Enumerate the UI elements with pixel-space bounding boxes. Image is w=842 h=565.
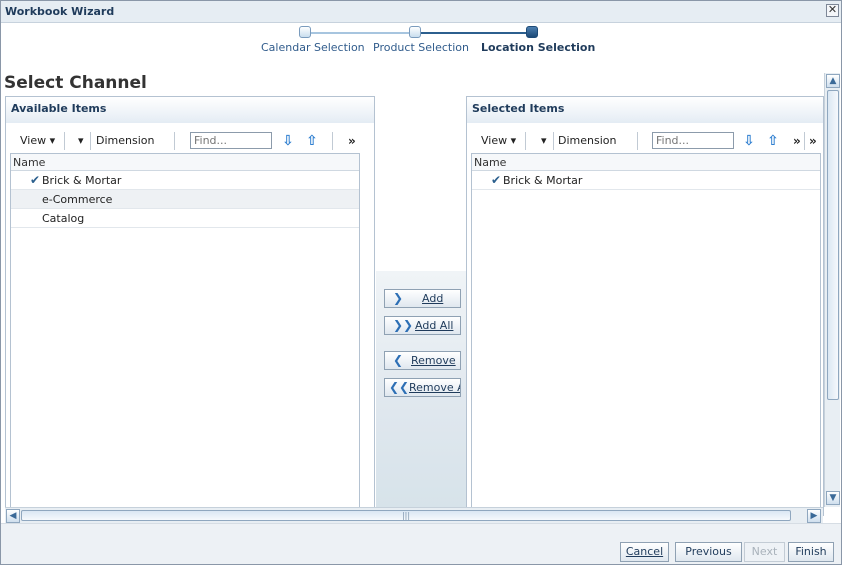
toolbar-separator (804, 132, 805, 150)
view-menu[interactable]: View ▾ (481, 134, 516, 147)
toolbar-separator (637, 132, 638, 150)
table-row[interactable]: Catalog (11, 209, 359, 228)
scroll-up-icon[interactable]: ▲ (826, 74, 840, 88)
workbook-wizard-dialog: Workbook Wizard ✕ Calendar Selection Pro… (0, 0, 842, 565)
row-label: Brick & Mortar (42, 174, 122, 187)
down-arrow-icon[interactable]: ⇩ (280, 132, 296, 150)
dialog-footer: Cancel Previous Next Finish (1, 523, 841, 564)
train-label-calendar[interactable]: Calendar Selection (261, 41, 365, 54)
horizontal-scroll-thumb[interactable]: ||| (21, 510, 791, 521)
train-stop-location[interactable] (526, 26, 538, 38)
dimension-button[interactable]: Dimension (558, 134, 616, 147)
selected-toolbar: View ▾ ▾ Dimension ⇩ ⇧ » » (467, 131, 823, 151)
table-row[interactable]: ✔ Brick & Mortar (472, 171, 820, 190)
horizontal-scrollbar[interactable]: ◀ ||| ▶ (5, 507, 823, 523)
find-input[interactable] (652, 132, 734, 149)
down-arrow-icon[interactable]: ⇩ (741, 132, 757, 150)
remove-button[interactable]: ❮ Remove (384, 351, 461, 370)
view-menu[interactable]: View ▾ (20, 134, 55, 147)
add-all-button[interactable]: ❯❯ Add All (384, 316, 461, 335)
check-icon: ✔ (30, 173, 41, 187)
add-button[interactable]: ❯ Add (384, 289, 461, 308)
train-stop-calendar[interactable] (299, 26, 311, 38)
vertical-scrollbar[interactable]: ▲ ▼ (824, 73, 840, 507)
row-label: Brick & Mortar (503, 174, 583, 187)
available-items-panel: Available Items View ▾ ▾ Dimension ⇩ ⇧ »… (5, 96, 375, 516)
scroll-right-icon[interactable]: ▶ (807, 509, 821, 523)
dimension-dropdown-icon[interactable]: ▾ (541, 134, 547, 147)
check-icon: ✔ (491, 173, 502, 187)
train-connector-active (417, 32, 531, 34)
vertical-scroll-thumb[interactable] (827, 90, 839, 400)
finish-button[interactable]: Finish (788, 542, 834, 562)
more-icon[interactable]: » (793, 134, 801, 148)
double-chevron-right-icon: ❯❯ (393, 318, 414, 332)
row-label: e-Commerce (42, 193, 113, 206)
toolbar-separator (174, 132, 175, 150)
selected-table: Name ✔ Brick & Mortar (471, 153, 821, 513)
selected-items-panel: Selected Items View ▾ ▾ Dimension ⇩ ⇧ » … (466, 96, 824, 516)
table-row[interactable]: e-Commerce (11, 190, 359, 209)
find-input[interactable] (190, 132, 272, 149)
column-header-name[interactable]: Name (11, 154, 359, 171)
cancel-button[interactable]: Cancel (620, 542, 669, 562)
train-label-location: Location Selection (481, 41, 596, 54)
more-icon[interactable]: » (809, 134, 817, 148)
toolbar-separator (553, 132, 554, 150)
toolbar-separator (64, 132, 65, 150)
dimension-dropdown-icon[interactable]: ▾ (78, 134, 84, 147)
double-chevron-left-icon: ❮❮ (389, 380, 410, 394)
toolbar-separator (90, 132, 91, 150)
available-table: Name ✔ Brick & Mortar e-Commerce Catalog (10, 153, 360, 513)
remove-all-button[interactable]: ❮❮ Remove A (384, 378, 461, 397)
up-arrow-icon[interactable]: ⇧ (765, 132, 781, 150)
toolbar-separator (332, 132, 333, 150)
available-toolbar: View ▾ ▾ Dimension ⇩ ⇧ » (6, 131, 374, 151)
next-button: Next (744, 542, 785, 562)
toolbar-separator (525, 132, 526, 150)
table-row[interactable]: ✔ Brick & Mortar (11, 171, 359, 190)
scroll-left-icon[interactable]: ◀ (6, 509, 20, 523)
shuttle-controls: ❯ Add ❯❯ Add All ❮ Remove ❮❮ Remove A (376, 271, 466, 507)
train-label-product[interactable]: Product Selection (373, 41, 469, 54)
more-icon[interactable]: » (348, 134, 356, 148)
title-bar: Workbook Wizard ✕ (1, 1, 841, 23)
row-label: Catalog (42, 212, 85, 225)
up-arrow-icon[interactable]: ⇧ (304, 132, 320, 150)
train-stop-product[interactable] (409, 26, 421, 38)
panel-header: Available Items (6, 97, 374, 123)
scroll-down-icon[interactable]: ▼ (826, 491, 840, 505)
dialog-title: Workbook Wizard (5, 5, 115, 18)
chevron-right-icon: ❯ (393, 291, 404, 305)
page-title: Select Channel (4, 73, 147, 93)
dimension-button[interactable]: Dimension (96, 134, 154, 147)
chevron-left-icon: ❮ (393, 353, 404, 367)
close-icon[interactable]: ✕ (826, 4, 839, 17)
previous-button[interactable]: Previous (675, 542, 742, 562)
wizard-train: Calendar Selection Product Selection Loc… (241, 25, 601, 61)
panel-header: Selected Items (467, 97, 823, 123)
column-header-name[interactable]: Name (472, 154, 820, 171)
